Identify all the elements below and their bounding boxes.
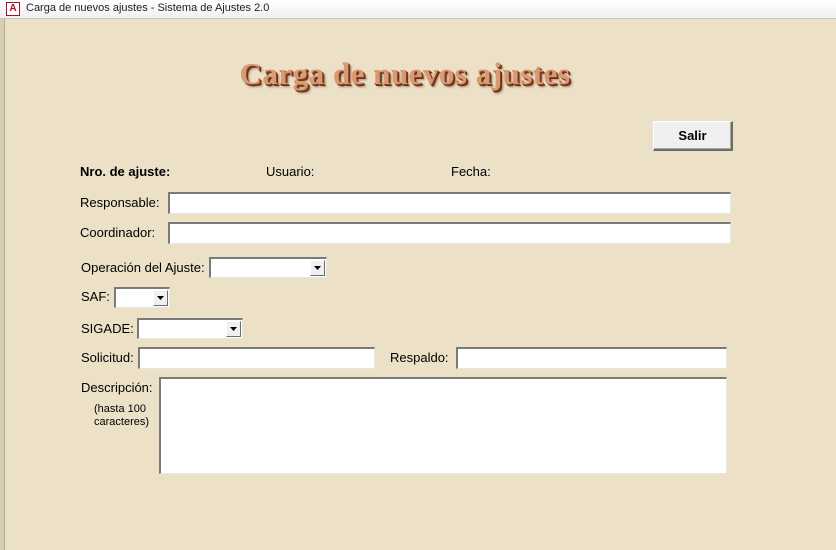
responsable-field[interactable] — [168, 192, 731, 214]
operacion-dropdown-button[interactable] — [310, 260, 325, 276]
window-title: Carga de nuevos ajustes - Sistema de Aju… — [26, 2, 270, 14]
responsable-label: Responsable: — [80, 195, 160, 210]
sigade-dropdown[interactable] — [137, 318, 243, 339]
descripcion-hint-line2: caracteres) — [94, 416, 150, 428]
date-label: Fecha: — [451, 164, 491, 179]
app-icon: A — [6, 2, 20, 16]
coordinador-label: Coordinador: — [80, 225, 156, 240]
respaldo-label: Respaldo: — [390, 350, 449, 365]
saf-dropdown[interactable] — [114, 287, 170, 308]
descripcion-textarea[interactable] — [159, 377, 727, 474]
operacion-label: Operación del Ajuste: — [81, 260, 205, 275]
exit-button[interactable]: Salir — [653, 121, 733, 151]
chevron-down-icon — [314, 266, 321, 270]
solicitud-label: Solicitud: — [81, 350, 134, 365]
respaldo-field[interactable] — [456, 347, 727, 369]
saf-label: SAF: — [81, 289, 110, 304]
operacion-dropdown[interactable] — [209, 257, 327, 278]
page-title: Carga de nuevos ajustes — [239, 56, 571, 91]
coordinador-field[interactable] — [168, 222, 731, 244]
sigade-dropdown-button[interactable] — [226, 321, 241, 337]
chevron-down-icon — [230, 327, 237, 331]
saf-dropdown-button[interactable] — [153, 290, 168, 306]
solicitud-field[interactable] — [138, 347, 375, 369]
title-bar: A Carga de nuevos ajustes - Sistema de A… — [0, 0, 836, 19]
main-window: A Carga de nuevos ajustes - Sistema de A… — [0, 0, 836, 550]
adjustment-number-label: Nro. de ajuste: — [80, 164, 171, 179]
window-frame-left — [0, 19, 5, 550]
user-label: Usuario: — [266, 164, 315, 179]
chevron-down-icon — [157, 296, 164, 300]
descripcion-label: Descripción: — [81, 380, 153, 395]
sigade-label: SIGADE: — [81, 321, 134, 336]
descripcion-hint-line1: (hasta 100 — [94, 403, 146, 415]
